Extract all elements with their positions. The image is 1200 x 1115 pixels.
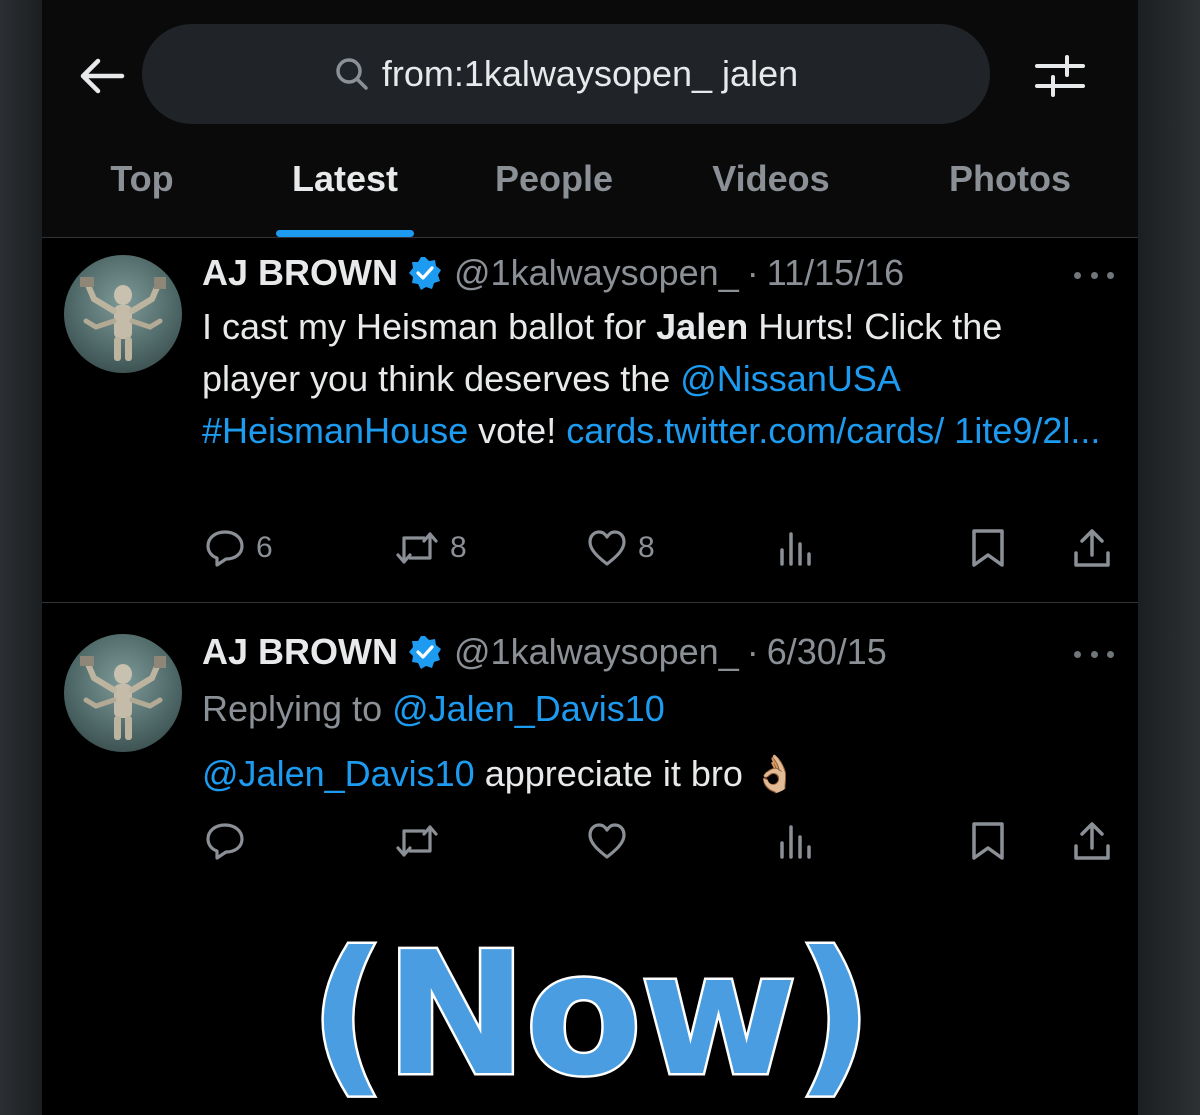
views-icon [780, 532, 811, 566]
tweet-header: AJ BROWN @1kalwaysopen_ · 6/30/15 [202, 628, 887, 676]
share-icon [1074, 529, 1110, 567]
right-background-edge [1138, 0, 1200, 1115]
display-name[interactable]: AJ BROWN [202, 631, 398, 673]
sliders-icon [1035, 55, 1085, 97]
share-button[interactable] [1072, 523, 1112, 573]
search-settings-button[interactable] [1030, 46, 1090, 106]
share-icon [1074, 822, 1110, 860]
caption-text: (Now) [307, 916, 876, 1114]
views-button[interactable] [778, 816, 816, 866]
url-link[interactable]: cards.twitter.com/cards/ 1ite9/2l... [566, 410, 1100, 451]
reply-icon [206, 823, 244, 860]
bookmark-button[interactable] [970, 816, 1006, 866]
bookmark-icon [972, 529, 1004, 567]
heart-icon [588, 823, 626, 859]
like-button[interactable]: 8 [586, 523, 655, 573]
caption-overlay: (Now) [42, 916, 1138, 1115]
tweet-text-part: I cast my Heisman ballot for [202, 306, 657, 347]
bookmark-icon [972, 822, 1004, 860]
app-screen: from:1kalwaysopen_ jalen Top Latest Peop… [42, 0, 1138, 1115]
back-button[interactable] [72, 48, 132, 104]
tweet-actions [42, 816, 1138, 866]
views-icon [780, 825, 811, 859]
separator-dot: · [746, 631, 759, 672]
ok-hand-emoji: 👌🏼 [752, 753, 798, 794]
tweet-header: AJ BROWN @1kalwaysopen_ · 11/15/16 [202, 249, 904, 297]
bookmark-button[interactable] [970, 523, 1006, 573]
separator-dot: · [746, 252, 759, 293]
search-icon [334, 56, 370, 92]
heart-icon [588, 530, 626, 566]
tweet-text: I cast my Heisman ballot for Jalen Hurts… [202, 301, 1102, 457]
search-query: from:1kalwaysopen_ jalen [381, 53, 799, 94]
reply-count: 6 [256, 531, 273, 564]
verified-badge-icon [408, 635, 442, 669]
tweet-actions: 6 8 8 [42, 523, 1138, 573]
replying-to-prefix: Replying to [202, 688, 393, 729]
mention-link[interactable]: @Jalen_Davis10 [202, 753, 475, 794]
replying-to: Replying to @Jalen_Davis10 [202, 688, 665, 730]
share-button[interactable] [1072, 816, 1112, 866]
more-options-button[interactable] [1074, 265, 1114, 285]
tab-photos[interactable]: Photos [940, 158, 1080, 228]
display-name[interactable]: AJ BROWN [202, 252, 398, 294]
views-button[interactable] [778, 523, 816, 573]
retweet-icon [396, 825, 438, 857]
tab-top[interactable]: Top [102, 158, 182, 228]
avatar[interactable] [64, 255, 182, 373]
reply-icon [206, 530, 244, 567]
tweet-text-bold: Jalen [656, 306, 749, 347]
tweet-text: @Jalen_Davis10 appreciate it bro 👌🏼 [202, 748, 1102, 800]
like-button[interactable] [586, 816, 628, 866]
retweet-button[interactable]: 8 [394, 523, 467, 573]
tab-videos[interactable]: Videos [702, 158, 840, 228]
tab-latest[interactable]: Latest [276, 158, 414, 228]
hashtag-link[interactable]: #HeismanHouse [202, 410, 468, 451]
verified-badge-icon [408, 256, 442, 290]
tweet[interactable]: AJ BROWN @1kalwaysopen_ · 6/30/15 Replyi… [42, 604, 1138, 890]
tweet-date[interactable]: 6/30/15 [767, 631, 887, 673]
tweet-text-part: appreciate it bro [474, 753, 753, 794]
retweet-icon [396, 532, 438, 564]
search-input[interactable]: from:1kalwaysopen_ jalen [142, 24, 990, 124]
user-handle[interactable]: @1kalwaysopen_ [454, 631, 739, 673]
mention-link[interactable]: @NissanUSA [680, 358, 901, 399]
like-count: 8 [638, 531, 655, 564]
tweet-text-part: vote! [468, 410, 567, 451]
search-header: from:1kalwaysopen_ jalen Top Latest Peop… [42, 0, 1138, 238]
replying-to-link[interactable]: @Jalen_Davis10 [392, 688, 665, 729]
left-background-edge [0, 0, 42, 1115]
reply-button[interactable]: 6 [204, 523, 273, 573]
search-tabs: Top Latest People Videos Photos [42, 148, 1138, 238]
arrow-left-icon [80, 58, 125, 94]
more-options-button[interactable] [1074, 644, 1114, 664]
user-handle[interactable]: @1kalwaysopen_ [454, 252, 739, 294]
retweet-button[interactable] [394, 816, 440, 866]
tweet-date[interactable]: 11/15/16 [767, 252, 904, 294]
reply-button[interactable] [204, 816, 246, 866]
tweet[interactable]: AJ BROWN @1kalwaysopen_ · 11/15/16 I cas… [42, 239, 1138, 603]
retweet-count: 8 [450, 531, 467, 564]
avatar[interactable] [64, 634, 182, 752]
tab-people[interactable]: People [486, 158, 622, 228]
active-tab-indicator [276, 230, 414, 237]
